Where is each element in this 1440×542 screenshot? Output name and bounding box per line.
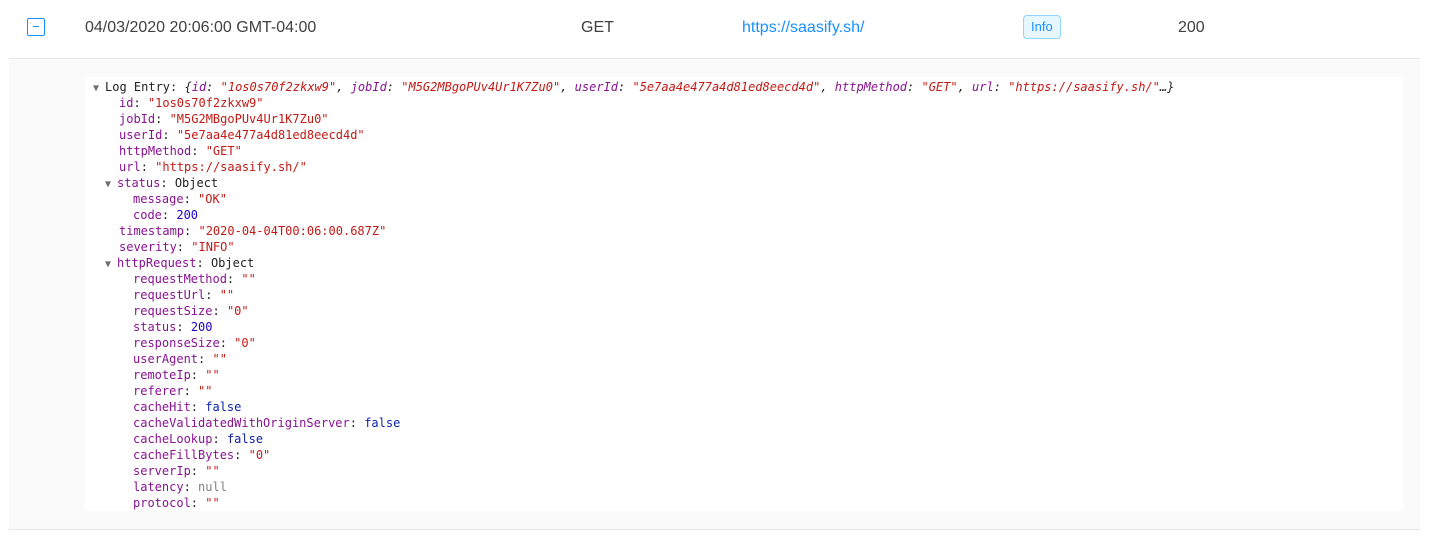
field-requestSize: requestSize: "0" (133, 304, 249, 318)
field-url: url: "https://saasify.sh/" (119, 160, 307, 174)
root-label: Log Entry (105, 80, 171, 94)
summary-key: httpMethod (834, 80, 908, 94)
severity-badge: Info (1023, 15, 1061, 39)
summary-value: "https://saasify.sh/" (1008, 80, 1160, 94)
field-status-message: message: "OK" (133, 192, 227, 206)
field-timestamp: timestamp: "2020-04-04T00:06:00.687Z" (119, 224, 387, 238)
object-inspector: ▼ Log Entry: {id: "1os0s70f2zkxw9", jobId… (85, 77, 1403, 511)
summary-key: id (191, 80, 207, 94)
field-cacheLookup: cacheLookup: false (133, 432, 264, 446)
field-cacheHit: cacheHit: false (133, 400, 242, 414)
field-jobId: jobId: "M5G2MBgoPUv4Ur1K7Zu0" (119, 112, 329, 126)
summary-value: "GET" (921, 80, 958, 94)
field-userId: userId: "5e7aa4e477a4d81ed8eecd4d" (119, 128, 365, 142)
log-date: 04/03/2020 20:06:00 GMT-04:00 (85, 19, 317, 36)
field-status-code: code: 200 (133, 208, 199, 222)
inspector-root[interactable]: ▼ Log Entry: {id: "1os0s70f2zkxw9", jobId… (93, 79, 1174, 95)
summary-key: jobId (350, 80, 387, 94)
field-severity: severity: "INFO" (119, 240, 235, 254)
summary-value: "M5G2MBgoPUv4Ur1K7Zu0" (401, 80, 561, 94)
field-cacheFillBytes: cacheFillBytes: "0" (133, 448, 271, 462)
summary-key: url (972, 80, 994, 94)
minus-icon (33, 26, 39, 27)
summary-value: "5e7aa4e477a4d81ed8eecd4d" (632, 80, 821, 94)
field-id: id: "1os0s70f2zkxw9" (119, 96, 264, 110)
field-responseSize: responseSize: "0" (133, 336, 256, 350)
field-serverIp: serverIp: "" (133, 464, 220, 478)
summary-open: { (184, 80, 192, 94)
field-latency: latency: null (133, 480, 227, 494)
field-userAgent: userAgent: "" (133, 352, 227, 366)
field-requestMethod: requestMethod: "" (133, 272, 256, 286)
summary-value: "1os0s70f2zkxw9" (220, 80, 337, 94)
collapse-row-button[interactable] (27, 18, 45, 36)
expand-triangle-icon[interactable]: ▼ (105, 257, 117, 273)
field-remoteIp: remoteIp: "" (133, 368, 220, 382)
summary-key: userId (574, 80, 619, 94)
field-requestUrl: requestUrl: "" (133, 288, 235, 302)
log-url-link[interactable]: https://saasify.sh/ (742, 0, 864, 58)
log-method: GET (581, 19, 614, 36)
expand-triangle-icon[interactable]: ▼ (105, 177, 117, 193)
log-row[interactable]: 04/03/2020 20:06:00 GMT-04:00 GET https:… (9, 0, 1420, 59)
field-request-status: status: 200 (133, 320, 213, 334)
field-protocol: protocol: "" (133, 496, 220, 510)
expanded-row-panel: ▼ Log Entry: {id: "1os0s70f2zkxw9", jobId… (9, 59, 1420, 530)
field-cacheValidatedWithOriginServer: cacheValidatedWithOriginServer: false (133, 416, 401, 430)
field-httpRequest[interactable]: ▼ httpRequest: Object (105, 255, 254, 271)
expand-triangle-icon[interactable]: ▼ (93, 81, 105, 97)
log-status-code: 200 (1178, 19, 1205, 36)
field-referer: referer: "" (133, 384, 213, 398)
summary-close: …} (1159, 80, 1175, 94)
field-httpMethod: httpMethod: "GET" (119, 144, 242, 158)
field-status[interactable]: ▼ status: Object (105, 175, 218, 191)
